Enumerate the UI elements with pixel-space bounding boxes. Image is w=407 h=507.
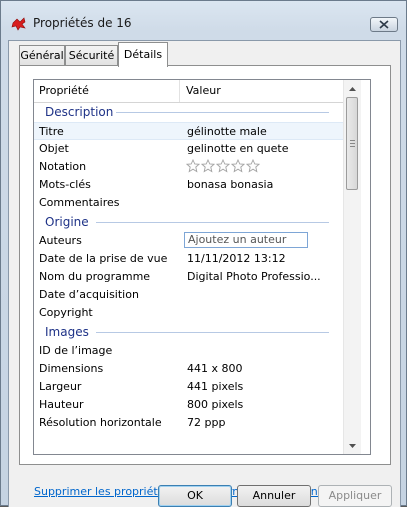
row-key: Titre bbox=[39, 125, 64, 138]
close-icon bbox=[379, 20, 389, 29]
group-divider bbox=[96, 332, 329, 333]
row-key: ID de l’image bbox=[39, 344, 113, 357]
add-author-field[interactable]: Ajoutez un auteur bbox=[184, 232, 308, 248]
row-subject[interactable]: Objet gelinotte en quete bbox=[34, 140, 343, 158]
apply-button[interactable]: Appliquer bbox=[318, 485, 392, 507]
dialog-client-area: Général Sécurité Détails Propriété Valeu… bbox=[8, 40, 401, 507]
row-copyright[interactable]: Copyright bbox=[34, 304, 343, 322]
tab-security[interactable]: Sécurité bbox=[65, 45, 118, 66]
close-button[interactable] bbox=[370, 17, 398, 32]
property-rows: Description Titre gélinotte male Objet g… bbox=[34, 102, 343, 432]
star-icon[interactable] bbox=[201, 159, 215, 173]
row-height[interactable]: Hauteur 800 pixels bbox=[34, 396, 343, 414]
star-icon[interactable] bbox=[246, 159, 260, 173]
tab-details[interactable]: Détails bbox=[118, 42, 168, 67]
scrollbar-thumb[interactable] bbox=[346, 97, 358, 190]
row-value[interactable]: gélinotte male bbox=[187, 125, 267, 138]
details-panel: Propriété Valeur Description Titre gélin… bbox=[19, 65, 391, 465]
row-comments[interactable]: Commentaires bbox=[34, 194, 343, 212]
group-label: Images bbox=[45, 325, 89, 339]
group-label: Description bbox=[45, 105, 114, 119]
row-value[interactable]: 11/11/2012 13:12 bbox=[187, 252, 286, 265]
column-divider[interactable] bbox=[179, 80, 180, 102]
row-key: Commentaires bbox=[39, 196, 120, 209]
header-value[interactable]: Valeur bbox=[186, 84, 221, 97]
star-icon[interactable] bbox=[216, 159, 230, 173]
row-key: Dimensions bbox=[39, 362, 104, 375]
star-icon[interactable] bbox=[231, 159, 245, 173]
row-value[interactable]: bonasa bonasia bbox=[187, 178, 273, 191]
row-horizontal-resolution[interactable]: Résolution horizontale 72 ppp bbox=[34, 414, 343, 432]
row-key: Copyright bbox=[39, 306, 93, 319]
row-value[interactable]: gelinotte en quete bbox=[187, 142, 289, 155]
vertical-scrollbar[interactable] bbox=[343, 80, 361, 454]
row-key: Date d’acquisition bbox=[39, 288, 139, 301]
cancel-button[interactable]: Annuler bbox=[237, 485, 311, 507]
group-images: Images bbox=[34, 322, 343, 342]
title-bar[interactable]: Propriétés de 16 bbox=[1, 1, 406, 33]
row-key: Mots-clés bbox=[39, 178, 91, 191]
rating-stars[interactable] bbox=[186, 159, 260, 173]
row-authors[interactable]: Auteurs Ajoutez un auteur bbox=[34, 232, 343, 250]
group-divider bbox=[116, 112, 329, 113]
app-icon bbox=[11, 17, 26, 31]
row-keywords[interactable]: Mots-clés bonasa bonasia bbox=[34, 176, 343, 194]
grip-line bbox=[350, 143, 355, 144]
row-title[interactable]: Titre gélinotte male bbox=[34, 122, 343, 140]
grip-line bbox=[350, 140, 355, 141]
group-divider bbox=[96, 222, 329, 223]
ok-button[interactable]: OK bbox=[158, 485, 232, 507]
row-key: Résolution horizontale bbox=[39, 416, 162, 429]
row-date-taken[interactable]: Date de la prise de vue 11/11/2012 13:12 bbox=[34, 250, 343, 268]
row-date-acquired[interactable]: Date d’acquisition bbox=[34, 286, 343, 304]
row-key: Nom du programme bbox=[39, 270, 151, 283]
arrow-up-icon bbox=[349, 86, 356, 91]
scroll-down-button[interactable] bbox=[344, 437, 361, 454]
row-program-name[interactable]: Nom du programme Digital Photo Professio… bbox=[34, 268, 343, 286]
tab-general[interactable]: Général bbox=[19, 45, 65, 66]
header-property[interactable]: Propriété bbox=[39, 84, 89, 97]
group-description: Description bbox=[34, 102, 343, 122]
row-value[interactable]: 800 pixels bbox=[187, 398, 243, 411]
list-header: Propriété Valeur bbox=[34, 80, 343, 103]
row-width[interactable]: Largeur 441 pixels bbox=[34, 378, 343, 396]
group-label: Origine bbox=[45, 215, 89, 229]
properties-list: Propriété Valeur Description Titre gélin… bbox=[33, 79, 371, 455]
row-rating[interactable]: Notation bbox=[34, 158, 343, 176]
group-origin: Origine bbox=[34, 212, 343, 232]
scroll-up-button[interactable] bbox=[344, 80, 361, 97]
window-title: Propriétés de 16 bbox=[33, 16, 132, 30]
row-key: Hauteur bbox=[39, 398, 84, 411]
row-value[interactable]: 441 x 800 bbox=[187, 362, 243, 375]
row-key: Auteurs bbox=[39, 234, 82, 247]
row-key: Date de la prise de vue bbox=[39, 252, 168, 265]
row-key: Objet bbox=[39, 142, 69, 155]
row-value[interactable]: 441 pixels bbox=[187, 380, 243, 393]
arrow-down-icon bbox=[349, 443, 356, 448]
properties-window: Propriétés de 16 Général Sécurité Détail… bbox=[0, 0, 407, 507]
row-key: Largeur bbox=[39, 380, 82, 393]
grip-line bbox=[350, 146, 355, 147]
star-icon[interactable] bbox=[186, 159, 200, 173]
row-dimensions[interactable]: Dimensions 441 x 800 bbox=[34, 360, 343, 378]
row-value[interactable]: 72 ppp bbox=[187, 416, 225, 429]
row-image-id[interactable]: ID de l’image bbox=[34, 342, 343, 360]
row-value[interactable]: Digital Photo Professio... bbox=[187, 270, 321, 283]
row-key: Notation bbox=[39, 160, 87, 173]
